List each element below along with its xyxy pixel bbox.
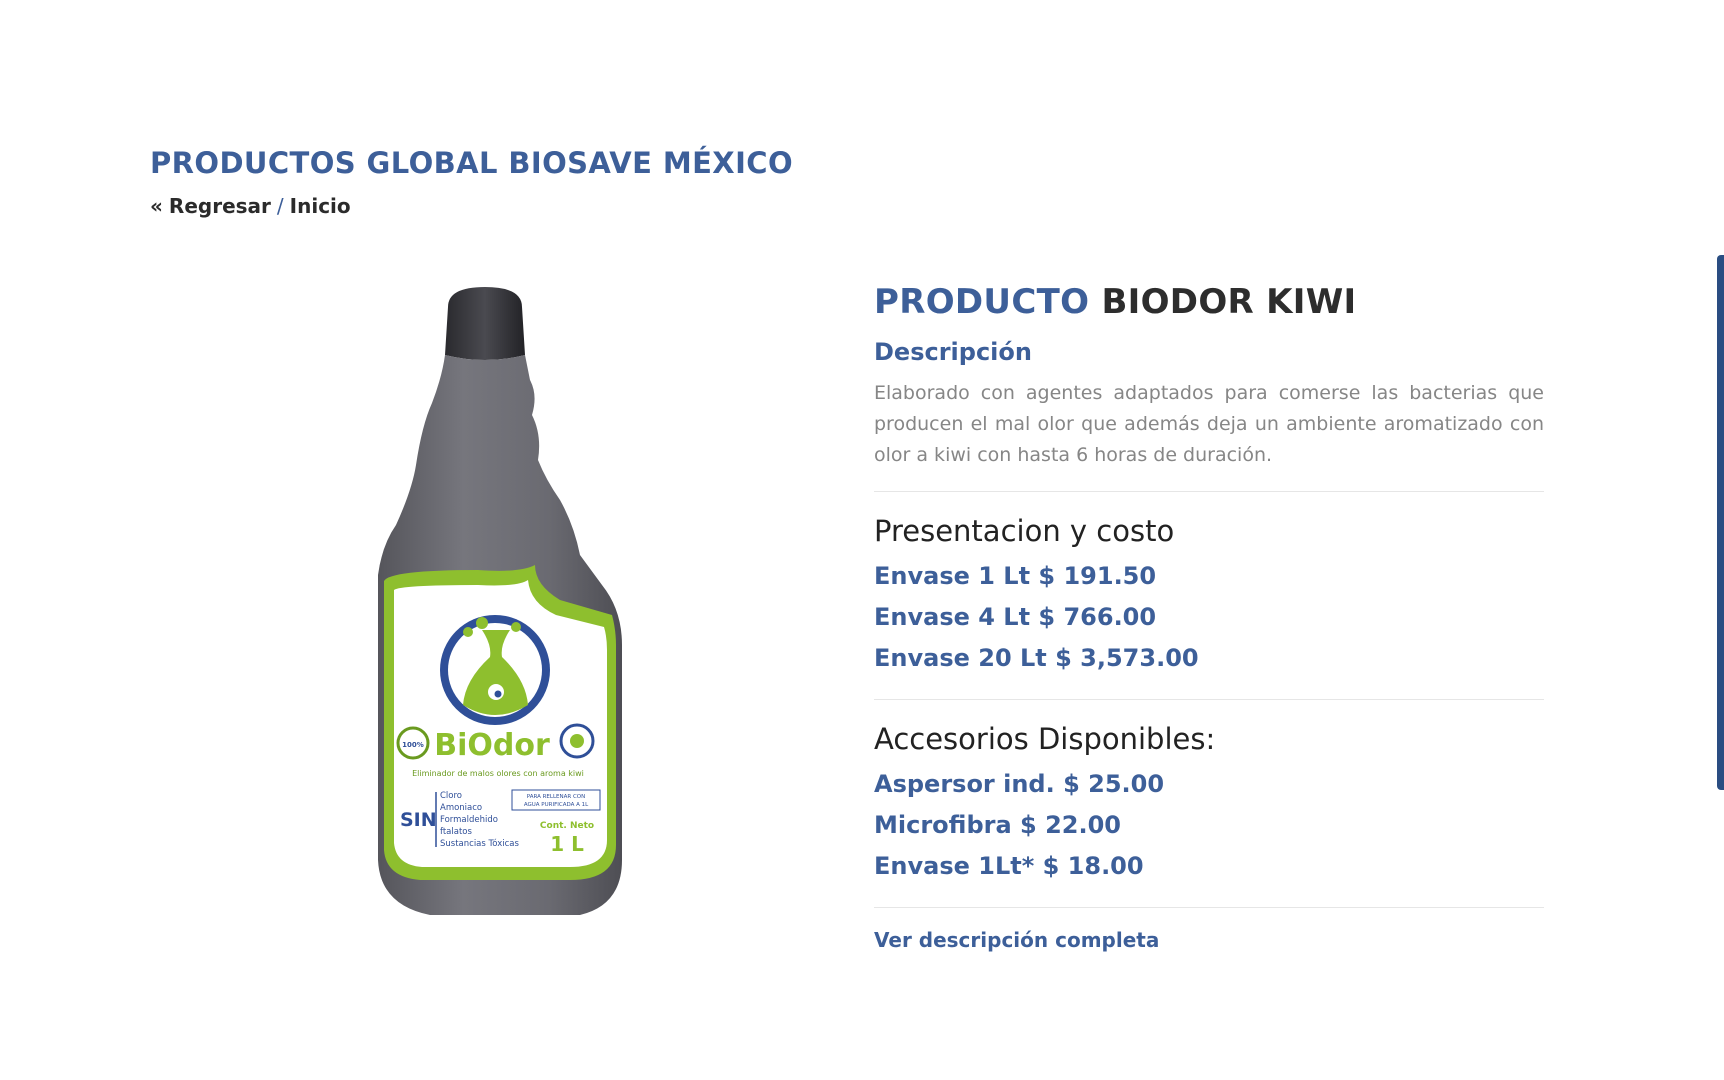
product-title-label: PRODUCTO [874,282,1090,322]
label-tagline: Eliminador de malos olores con aroma kiw… [412,769,584,778]
page: PRODUCTOS GLOBAL BIOSAVE MÉXICO « Regres… [0,0,1724,1080]
svg-text:Formaldehido: Formaldehido [440,815,498,825]
presentation-item: Envase 20 Lt $ 3,573.00 [874,644,1199,672]
accessories-list: Aspersor ind. $ 25.00 Microfibra $ 22.00… [874,764,1544,887]
product-details: PRODUCTO BIODOR KIWI Descripción Elabora… [874,282,1544,952]
label-volume: 1 L [550,832,584,856]
svg-text:PARA RELLENAR CON: PARA RELLENAR CON [527,794,585,800]
divider [874,699,1544,700]
svg-text:Amoniaco: Amoniaco [440,803,482,813]
svg-text:AGUA PURIFICADA A 1L: AGUA PURIFICADA A 1L [524,802,589,808]
bottle-illustration: 100% BiOdor Eliminador de malos olores c… [378,287,622,915]
scrollbar[interactable] [1716,0,1724,1080]
full-description-link[interactable]: Ver descripción completa [874,928,1159,952]
breadcrumb: « Regresar / Inicio [150,194,351,218]
scrollbar-thumb[interactable] [1717,255,1724,790]
svg-text:Cloro: Cloro [440,791,462,801]
svg-text:Sustancias Tóxicas: Sustancias Tóxicas [440,838,519,849]
label-brand: BiOdor [434,728,550,763]
svg-text:100%: 100% [402,741,424,749]
site-title: PRODUCTOS GLOBAL BIOSAVE MÉXICO [150,146,793,180]
product-title-name: BIODOR KIWI [1101,282,1357,322]
double-chevron-left-icon[interactable]: « [150,196,163,216]
svg-text:ftalatos: ftalatos [440,827,472,837]
description-text: Elaborado con agentes adaptados para com… [874,382,1544,466]
back-link[interactable]: Regresar [169,194,271,218]
label-sin: SIN [400,809,437,831]
accessory-item: Microfibra $ 22.00 [874,811,1121,839]
divider [874,907,1544,908]
presentation-item: Envase 1 Lt $ 191.50 [874,562,1157,590]
breadcrumb-separator: / [276,194,284,218]
bottle-cap [445,287,525,360]
home-link[interactable]: Inicio [290,194,351,218]
presentation-heading: Presentacion y costo [874,514,1175,548]
description-heading: Descripción [874,338,1032,366]
svg-text:Cont. Neto: Cont. Neto [540,821,594,831]
presentation-list: Envase 1 Lt $ 191.50 Envase 4 Lt $ 766.0… [874,556,1544,679]
product-title: PRODUCTO BIODOR KIWI [874,282,1544,322]
accessory-item: Aspersor ind. $ 25.00 [874,770,1165,798]
accessory-item: Envase 1Lt* $ 18.00 [874,852,1144,880]
accessories-heading: Accesorios Disponibles: [874,722,1216,756]
presentation-item: Envase 4 Lt $ 766.00 [874,603,1157,631]
product-image: 100% BiOdor Eliminador de malos olores c… [360,285,640,920]
divider [874,491,1544,492]
